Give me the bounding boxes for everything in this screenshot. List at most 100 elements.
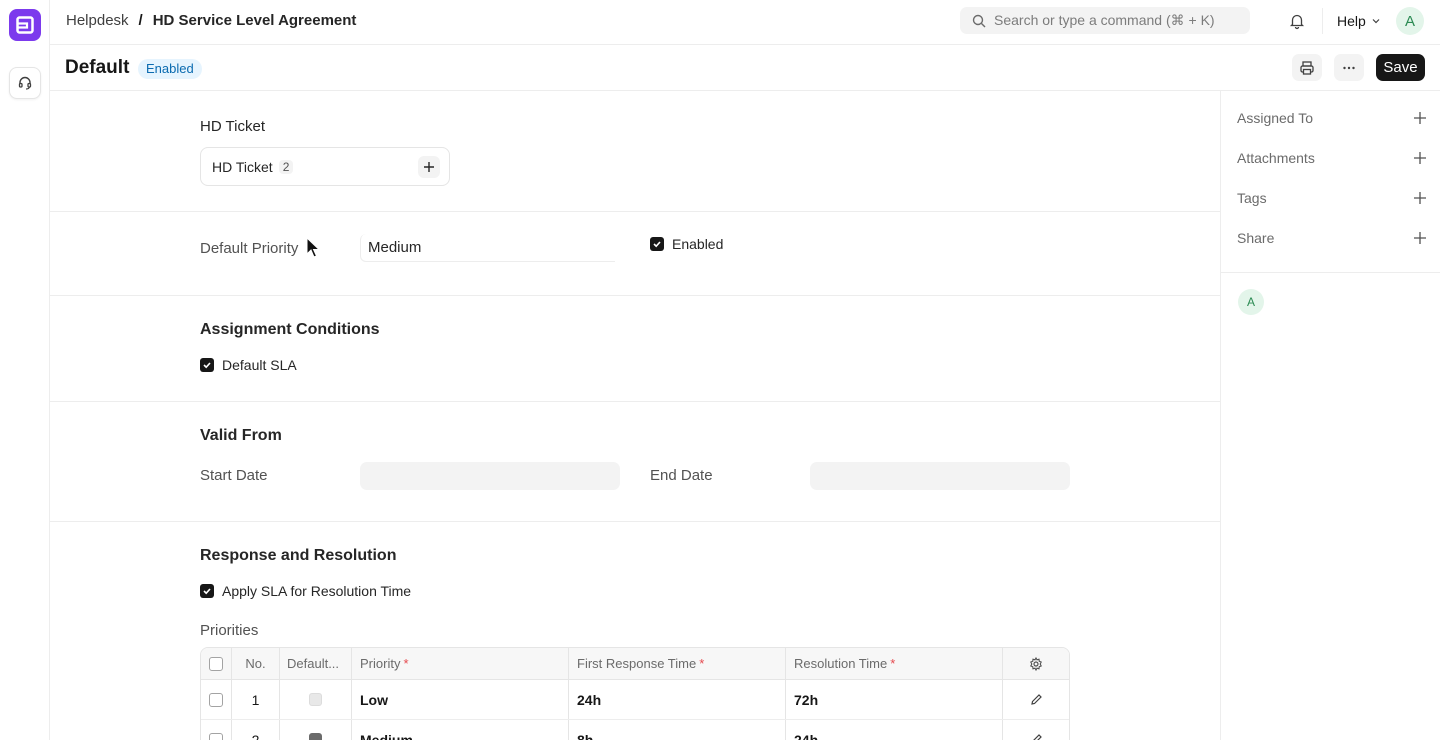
app-rail: [0, 0, 50, 740]
row-priority[interactable]: Medium: [352, 720, 569, 740]
breadcrumb-helpdesk[interactable]: Helpdesk: [66, 12, 129, 29]
plus-icon[interactable]: [1413, 231, 1427, 245]
row-default-checkbox[interactable]: [309, 693, 322, 706]
section-assignment-conditions: Assignment Conditions Default SLA: [50, 296, 1220, 402]
row-resolution[interactable]: 72h: [786, 680, 1003, 719]
hd-ticket-link[interactable]: HD Ticket 2: [200, 147, 450, 186]
select-all-checkbox[interactable]: [209, 656, 223, 671]
row-resolution[interactable]: 24h: [786, 720, 1003, 740]
section-valid-from: Valid From Start Date End Date: [50, 402, 1220, 522]
table-header: No. Default... Priority * First Response …: [201, 648, 1069, 680]
row-first-response[interactable]: 8h: [569, 720, 786, 740]
search-input[interactable]: Search or type a command (⌘ + K): [960, 7, 1250, 34]
hd-ticket-title: HD Ticket: [200, 118, 266, 135]
start-date-label: Start Date: [200, 467, 268, 484]
row-select-cell: [201, 680, 232, 719]
priorities-table: No. Default... Priority * First Response …: [200, 647, 1070, 740]
header-priority-label: Priority: [360, 656, 401, 671]
viewer-avatar[interactable]: A: [1238, 289, 1264, 315]
start-date-input[interactable]: [360, 462, 620, 490]
top-bar: Helpdesk / HD Service Level Agreement Se…: [50, 0, 1440, 45]
apply-sla-checkbox-row[interactable]: Apply SLA for Resolution Time: [200, 583, 411, 599]
sidebar-item-label: Tags: [1237, 190, 1267, 206]
plus-icon[interactable]: [1413, 151, 1427, 165]
notification-bell-icon[interactable]: [1288, 12, 1306, 33]
header-first-response-label: First Response Time: [577, 656, 697, 671]
default-sla-label: Default SLA: [222, 357, 297, 373]
checkmark-icon: [203, 588, 211, 595]
sidebar-item-label: Share: [1237, 230, 1275, 246]
row-default-cell: [280, 680, 352, 719]
required-mark: *: [890, 656, 896, 671]
row-edit-button[interactable]: [1003, 720, 1069, 740]
sidebar-item-label: Assigned To: [1237, 110, 1314, 126]
form-main: HD Ticket HD Ticket 2 Default Priority M…: [50, 91, 1220, 740]
sidebar-item-attachments[interactable]: Attachments: [1237, 150, 1427, 166]
search-icon: [972, 14, 986, 27]
more-horizontal-icon: [1343, 66, 1355, 69]
checkmark-icon: [653, 241, 661, 248]
enabled-label: Enabled: [672, 236, 724, 252]
topbar-divider: [1322, 8, 1323, 34]
sidebar-item-label: Attachments: [1237, 150, 1315, 166]
plus-icon[interactable]: [1413, 191, 1427, 205]
row-no: 2: [232, 720, 280, 740]
header-default[interactable]: Default...: [280, 648, 352, 679]
section-default-priority: Default Priority Medium Enabled: [50, 212, 1220, 296]
table-row[interactable]: 2 Medium 8h 24h: [201, 720, 1069, 740]
default-priority-select[interactable]: Medium: [360, 234, 615, 262]
header-resolution[interactable]: Resolution Time *: [786, 648, 1003, 679]
print-button[interactable]: [1292, 54, 1322, 81]
hd-ticket-link-label: HD Ticket: [212, 158, 273, 175]
column-settings-button[interactable]: [1003, 648, 1069, 679]
row-default-checkbox[interactable]: [309, 733, 322, 740]
help-label: Help: [1337, 13, 1366, 29]
row-no: 1: [232, 680, 280, 719]
apply-sla-label: Apply SLA for Resolution Time: [222, 583, 412, 599]
search-placeholder: Search or type a command (⌘ + K): [994, 12, 1215, 28]
default-sla-checkbox[interactable]: [200, 358, 214, 372]
row-default-cell: [280, 720, 352, 740]
priorities-label: Priorities: [200, 622, 259, 639]
gear-icon: [1030, 656, 1042, 671]
response-resolution-title: Response and Resolution: [200, 547, 397, 564]
breadcrumb-separator: /: [138, 12, 143, 29]
breadcrumb: Helpdesk / HD Service Level Agreement: [66, 12, 356, 29]
checkmark-icon: [203, 362, 211, 369]
row-checkbox[interactable]: [209, 692, 223, 707]
end-date-input[interactable]: [810, 462, 1070, 490]
add-hd-ticket-button[interactable]: [418, 156, 440, 178]
page-title: Default: [65, 57, 130, 78]
enabled-checkbox[interactable]: [650, 237, 664, 251]
form-sidebar: Assigned To Attachments Tags Share A: [1220, 91, 1440, 740]
sidebar-item-share[interactable]: Share: [1237, 230, 1427, 246]
end-date-label: End Date: [650, 467, 713, 484]
default-sla-checkbox-row[interactable]: Default SLA: [200, 357, 297, 373]
mouse-cursor-icon: [306, 237, 320, 258]
user-avatar[interactable]: A: [1396, 7, 1424, 35]
hd-ticket-count: 2: [278, 159, 294, 174]
header-no: No.: [232, 648, 280, 679]
table-row[interactable]: 1 Low 24h 72h: [201, 680, 1069, 720]
section-hd-ticket: HD Ticket HD Ticket 2: [50, 91, 1220, 212]
header-resolution-label: Resolution Time: [794, 656, 888, 671]
row-edit-button[interactable]: [1003, 680, 1069, 719]
headset-icon[interactable]: [9, 67, 41, 99]
breadcrumb-current[interactable]: HD Service Level Agreement: [153, 12, 357, 29]
row-select-cell: [201, 720, 232, 740]
header-priority[interactable]: Priority *: [352, 648, 569, 679]
plus-icon[interactable]: [1413, 111, 1427, 125]
enabled-checkbox-row[interactable]: Enabled: [650, 236, 723, 252]
row-checkbox[interactable]: [209, 732, 223, 740]
helpdesk-logo-icon[interactable]: [9, 9, 41, 41]
sidebar-item-tags[interactable]: Tags: [1237, 190, 1427, 206]
apply-sla-checkbox[interactable]: [200, 584, 214, 598]
required-mark: *: [403, 656, 409, 671]
sidebar-item-assigned-to[interactable]: Assigned To: [1237, 110, 1427, 126]
help-dropdown[interactable]: Help: [1337, 13, 1381, 29]
save-button[interactable]: Save: [1376, 54, 1425, 81]
row-first-response[interactable]: 24h: [569, 680, 786, 719]
header-first-response[interactable]: First Response Time *: [569, 648, 786, 679]
more-actions-button[interactable]: [1334, 54, 1364, 81]
row-priority[interactable]: Low: [352, 680, 569, 719]
